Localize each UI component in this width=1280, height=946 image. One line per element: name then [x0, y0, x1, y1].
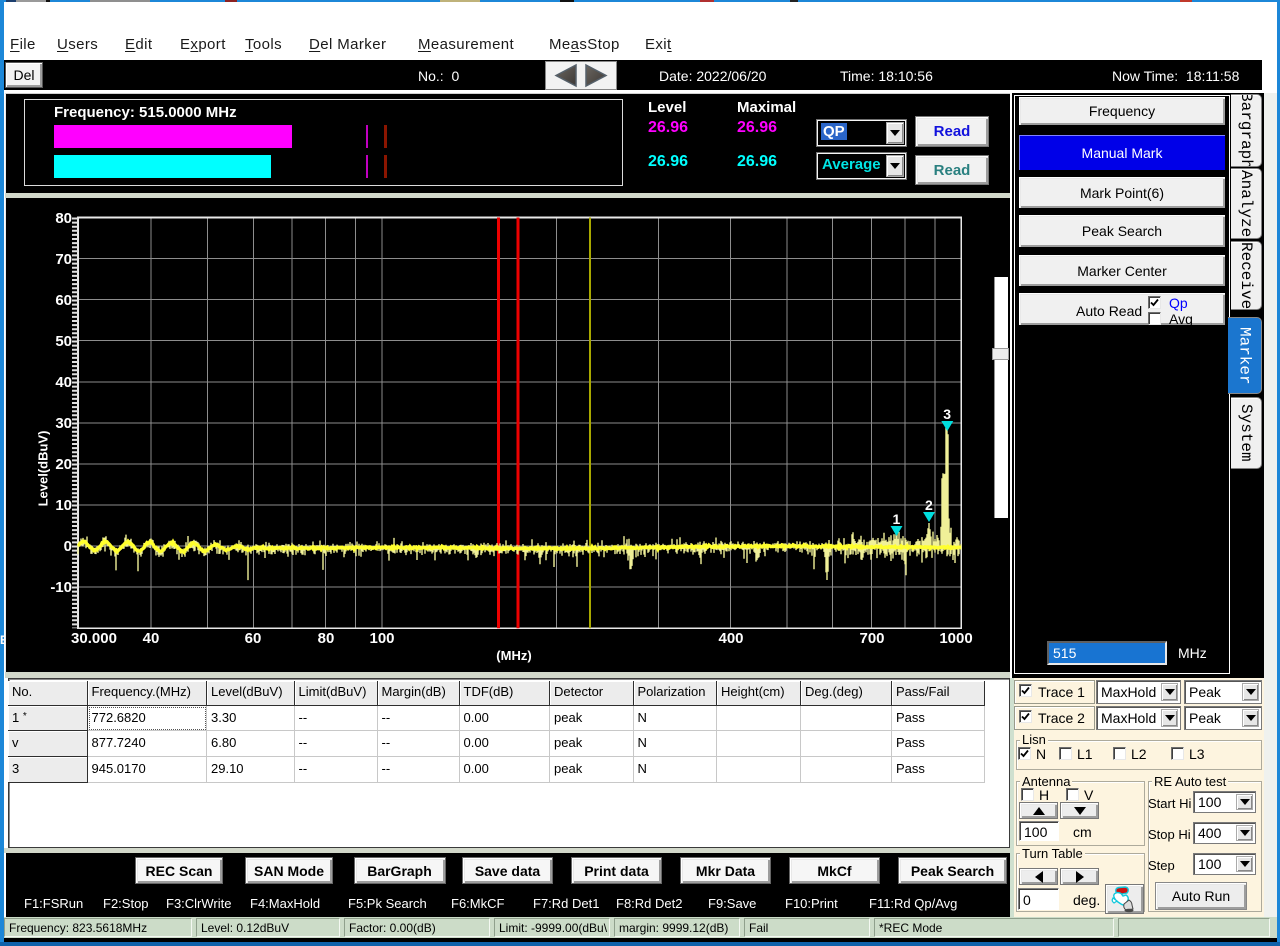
svg-text:3: 3 [943, 406, 951, 422]
svg-text:1: 1 [893, 511, 901, 527]
svg-text:2: 2 [925, 497, 933, 513]
